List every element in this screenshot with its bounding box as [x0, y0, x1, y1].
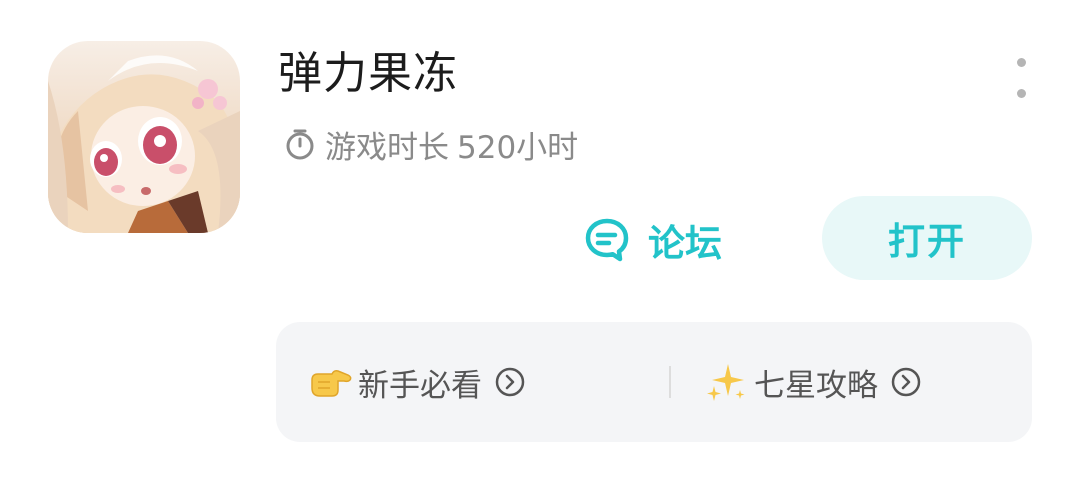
quick-link-label: 七星攻略: [754, 367, 878, 404]
quick-links-panel: 新手必看 七星攻略: [276, 322, 1032, 442]
divider: [669, 366, 671, 398]
stopwatch-icon: [286, 129, 314, 160]
game-card: 弹力果冻 游戏时长 520小时 论坛 打开 新手必看 七星攻略: [0, 0, 1080, 489]
forum-button[interactable]: 论坛: [582, 210, 722, 270]
playtime-label: 游戏时长: [325, 129, 449, 166]
quick-link-beginner-guide[interactable]: 新手必看: [308, 322, 526, 442]
chevron-circle-right-icon: [891, 367, 921, 397]
app-title: 弹力果冻: [278, 48, 458, 99]
forum-label: 论坛: [648, 222, 722, 265]
more-vertical-icon-dot: [1016, 58, 1026, 67]
more-options-button[interactable]: [1004, 58, 1038, 98]
playtime-row: 游戏时长 520小时: [283, 120, 578, 168]
quick-link-strategy-guide[interactable]: 七星攻略: [704, 322, 922, 442]
open-button[interactable]: 打开: [822, 196, 1032, 280]
playtime-value: 520小时: [457, 129, 579, 166]
chevron-circle-right-icon: [495, 367, 525, 397]
quick-link-label: 新手必看: [358, 367, 482, 404]
pointing-hand-icon: [311, 370, 352, 397]
anime-girl-icon: [48, 41, 240, 233]
chat-bubble-icon: [585, 218, 629, 262]
open-button-label: 打开: [888, 220, 966, 263]
sparkles-icon: [707, 364, 745, 401]
more-vertical-icon-dot: [1016, 89, 1026, 98]
app-icon[interactable]: [48, 41, 240, 233]
